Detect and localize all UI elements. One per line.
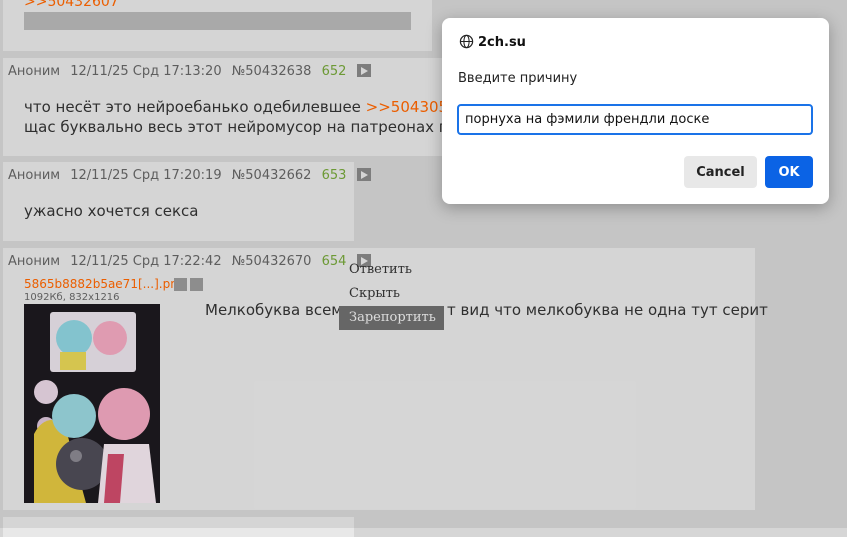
globe-icon [459,34,474,49]
thread-page: >>50432607 Аноним 12/11/25 Срд 17:13:20 … [0,0,847,537]
dialog-site: 2ch.su [478,35,526,50]
cancel-button[interactable]: Cancel [684,156,757,188]
dialog-prompt: Введите причину [458,71,578,86]
ok-button[interactable]: OK [765,156,813,188]
dialog-title: 2ch.su [459,34,526,50]
reason-input[interactable] [457,104,813,135]
report-prompt-dialog: 2ch.su Введите причину Cancel OK [442,18,829,204]
